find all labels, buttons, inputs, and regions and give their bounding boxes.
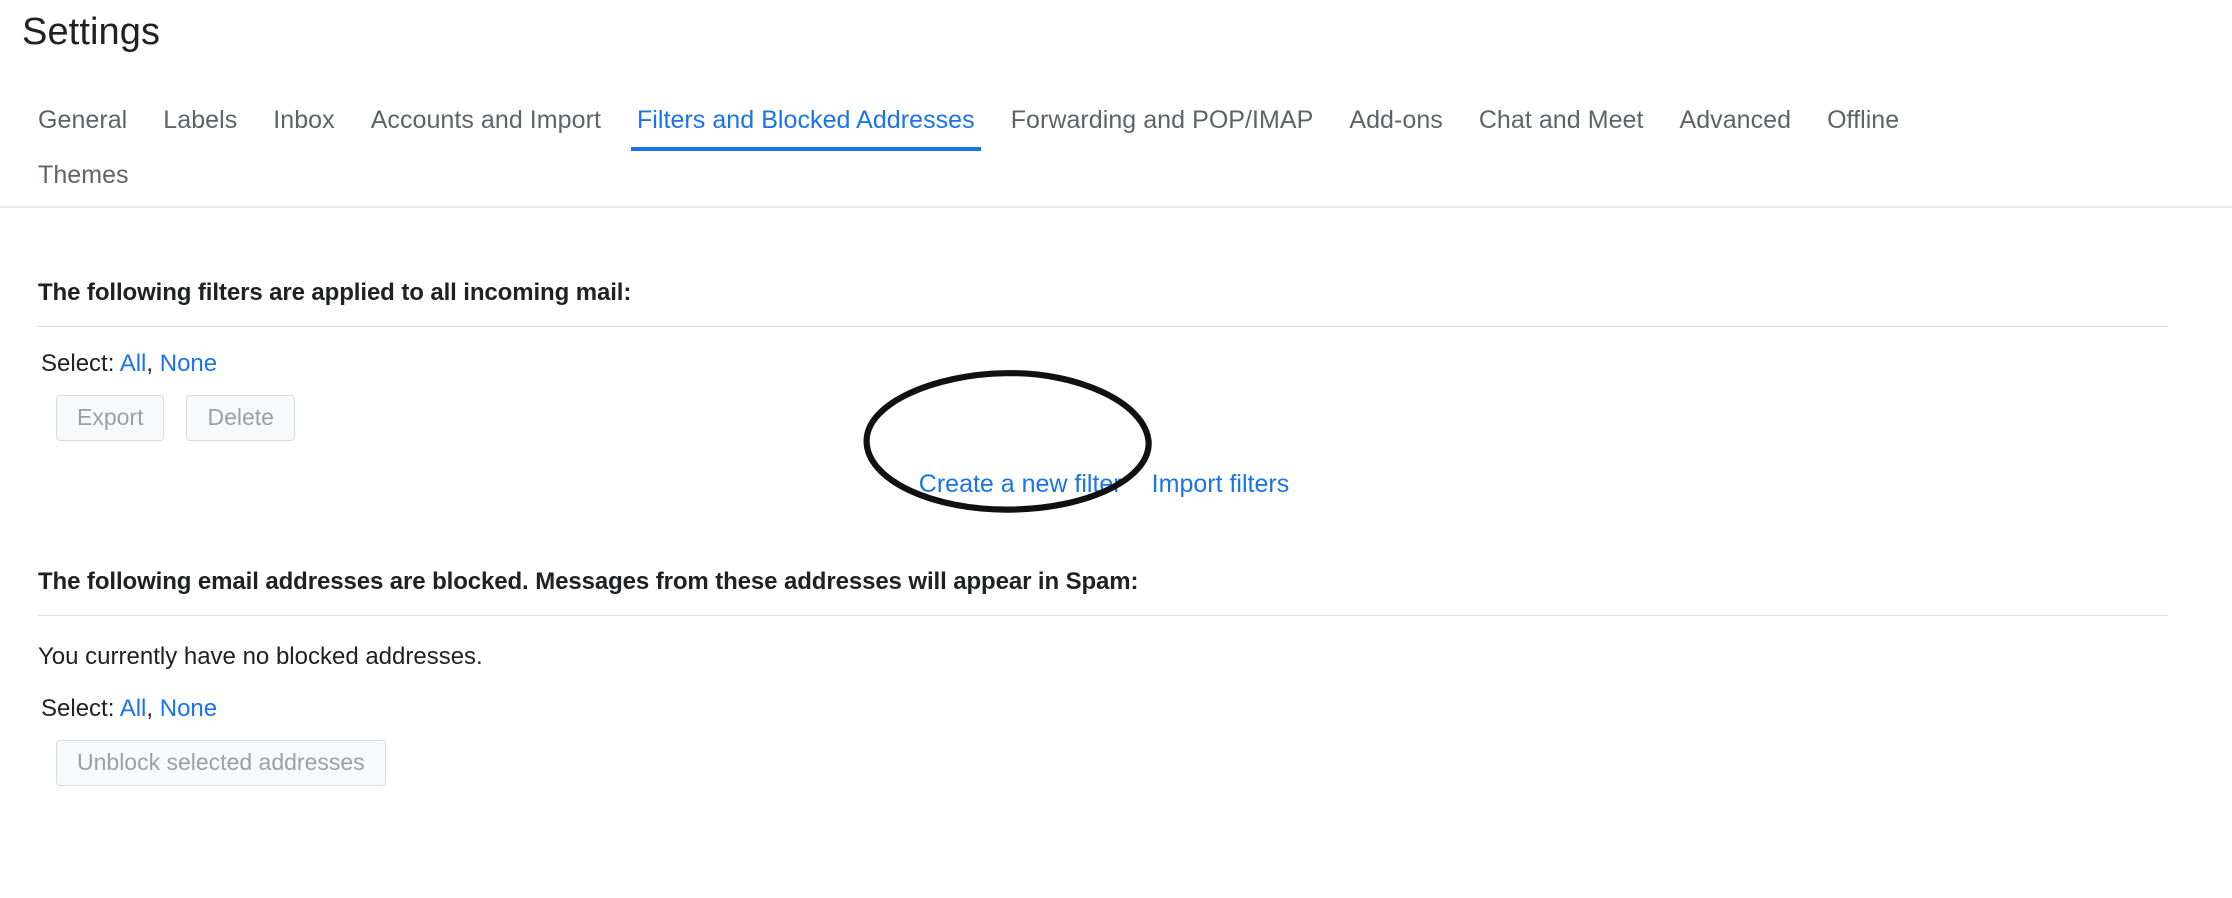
filters-select-label: Select: (41, 350, 115, 377)
delete-button[interactable]: Delete (186, 395, 295, 441)
filters-button-row: Export Delete (38, 379, 2170, 441)
tab-chat-and-meet[interactable]: Chat and Meet (1461, 96, 1662, 151)
filters-actions-row: Create a new filter Import filters (38, 441, 2170, 537)
filters-section-heading: The following filters are applied to all… (38, 279, 632, 306)
filters-select-all-link[interactable]: All (120, 350, 147, 377)
tab-general[interactable]: General (22, 96, 145, 151)
settings-content: The following filters are applied to all… (0, 248, 2232, 786)
content-inner: The following filters are applied to all… (0, 248, 2232, 786)
filters-select-separator: , (146, 350, 154, 377)
tab-inbox[interactable]: Inbox (255, 96, 352, 151)
export-button[interactable]: Export (56, 395, 165, 441)
blocked-select-label: Select: (41, 695, 115, 722)
blocked-section-heading: The following email addresses are blocke… (38, 568, 1139, 595)
blocked-select-all-link[interactable]: All (120, 695, 147, 722)
tab-filters-and-blocked-addresses[interactable]: Filters and Blocked Addresses (619, 96, 993, 151)
tab-offline[interactable]: Offline (1809, 96, 1917, 151)
filters-select-none-link[interactable]: None (160, 350, 217, 377)
import-filters-link[interactable]: Import filters (1152, 469, 1290, 499)
tab-themes[interactable]: Themes (22, 151, 147, 206)
blocked-addresses-section: The following email addresses are blocke… (38, 537, 2170, 786)
settings-tab-bar: General Labels Inbox Accounts and Import… (0, 96, 2232, 208)
no-blocked-addresses-message: You currently have no blocked addresses. (38, 643, 483, 670)
page-title: Settings (22, 11, 161, 53)
tab-labels[interactable]: Labels (145, 96, 255, 151)
tab-row-primary: General Labels Inbox Accounts and Import… (0, 96, 2232, 151)
unblock-selected-addresses-button[interactable]: Unblock selected addresses (56, 740, 386, 786)
filters-actions-center: Create a new filter Import filters (919, 469, 1289, 499)
tab-forwarding-and-pop-imap[interactable]: Forwarding and POP/IMAP (993, 96, 1332, 151)
tab-add-ons[interactable]: Add-ons (1331, 96, 1460, 151)
blocked-select-row: Select: All, None (38, 672, 2170, 724)
blocked-select-none-link[interactable]: None (160, 695, 217, 722)
tab-row-secondary: Themes (0, 151, 2232, 206)
filters-section: The following filters are applied to all… (38, 248, 2170, 537)
filters-select-row: Select: All, None (38, 327, 2170, 379)
tab-accounts-and-import[interactable]: Accounts and Import (353, 96, 619, 151)
blocked-select-separator: , (146, 695, 154, 722)
tab-advanced[interactable]: Advanced (1661, 96, 1809, 151)
create-a-new-filter-link[interactable]: Create a new filter (919, 469, 1122, 499)
blocked-button-row: Unblock selected addresses (38, 724, 2170, 786)
